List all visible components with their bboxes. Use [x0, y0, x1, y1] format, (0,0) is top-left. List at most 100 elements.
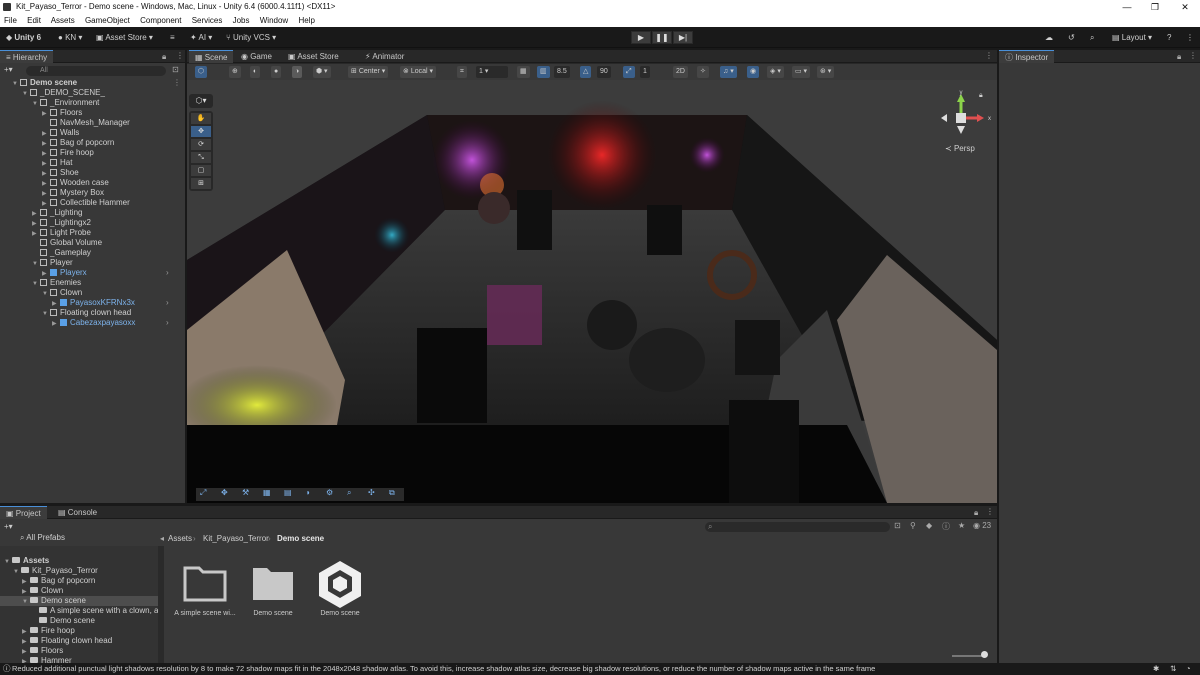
open-prefab-icon[interactable]: ›	[166, 318, 169, 328]
toolbar-more-icon[interactable]: ⋮	[1186, 31, 1194, 45]
project-tree-item[interactable]: ▼ Assets	[0, 556, 158, 566]
expanded-arrow-icon[interactable]: ▼	[32, 279, 40, 289]
asset-item[interactable]: A simple scene wi...	[170, 558, 240, 617]
hierarchy-item[interactable]: ▼ Clown	[42, 288, 82, 298]
hierarchy-item[interactable]: ▶ Fire hoop	[42, 148, 94, 158]
vcs-button[interactable]: ⑂ Unity VCS ▾	[226, 31, 276, 45]
hierarchy-item[interactable]: _Gameplay	[32, 248, 91, 258]
maximize-icon[interactable]: ❐	[1145, 0, 1165, 14]
tab-asset-store[interactable]: ▣ Asset Store	[282, 50, 345, 63]
cloud-icon[interactable]: ☁	[1045, 31, 1053, 45]
hierarchy-item[interactable]: ▼ Enemies	[32, 278, 81, 288]
project-tree-item[interactable]: ▼ Kit_Payaso_Terror	[0, 566, 158, 576]
expanded-arrow-icon[interactable]: ▼	[22, 89, 30, 99]
menu-jobs[interactable]: Jobs	[233, 16, 250, 25]
bug-icon[interactable]: ✱	[1153, 663, 1159, 675]
tag-icon[interactable]: ◆	[926, 521, 932, 530]
move-tool-icon[interactable]: ✥	[191, 126, 211, 137]
pause-button[interactable]: ❚❚	[652, 31, 672, 44]
menu-help[interactable]: Help	[298, 16, 314, 25]
inspector-lock-icon[interactable]: 🔒︎	[1177, 52, 1181, 62]
hierarchy-item[interactable]: ▶ Shoe	[42, 168, 79, 178]
expanded-arrow-icon[interactable]: ▼	[32, 99, 40, 109]
rotate-tool-icon[interactable]: ⟳	[191, 139, 211, 150]
menu-gameobject[interactable]: GameObject	[85, 16, 130, 25]
close-icon[interactable]: ✕	[1175, 0, 1195, 14]
tab-hierarchy[interactable]: ≡ Hierarchy	[0, 50, 54, 63]
persp-toggle[interactable]: ≺ Persp	[945, 144, 975, 153]
increment-snap-icon[interactable]: ▥	[537, 66, 550, 78]
breadcrumb-assets[interactable]: Assets	[168, 534, 192, 543]
hierarchy-item[interactable]: ▶ Mystery Box	[42, 188, 104, 198]
menu-services[interactable]: Services	[192, 16, 223, 25]
shading-solid-icon[interactable]: ●	[271, 66, 282, 78]
hierarchy-item[interactable]: ▼ _DEMO_SCENE_	[22, 88, 105, 98]
expanded-arrow-icon[interactable]: ▼	[12, 79, 20, 89]
breadcrumb-kit[interactable]: Kit_Payaso_Terror	[203, 534, 269, 543]
menu-window[interactable]: Window	[260, 16, 288, 25]
project-tree-item[interactable]: ▶ Floors	[0, 646, 158, 656]
hamburger-icon[interactable]: ≡	[170, 31, 175, 45]
draw-mode-button[interactable]: ⬢ ▾	[313, 66, 331, 78]
overlay-tool-3-icon[interactable]: ⚒	[242, 488, 249, 497]
project-lock-icon[interactable]: 🔒︎	[974, 508, 978, 518]
orientation-gizmo[interactable]: y x 🔒︎ ≺ Persp	[937, 88, 992, 158]
layout-button[interactable]: ▤ Layout ▾	[1112, 31, 1152, 45]
hierarchy-item[interactable]: ▶ Cabezaxpayasoxx ›	[52, 318, 169, 329]
expanded-arrow-icon[interactable]: ▼	[42, 309, 50, 319]
hierarchy-item[interactable]: ▼ Player	[32, 258, 73, 268]
play-button[interactable]: ▶	[631, 31, 651, 44]
scale-tool-icon[interactable]: ⤡	[191, 152, 211, 163]
search-icon[interactable]: ⌕	[1090, 31, 1094, 45]
tab-scene[interactable]: ▦ Scene	[189, 50, 234, 63]
step-button[interactable]: ▶|	[673, 31, 693, 44]
hierarchy-item[interactable]: ▶ _Lighting	[32, 208, 82, 218]
project-tree-item[interactable]: ▶ Fire hoop	[0, 626, 158, 636]
hierarchy-item[interactable]: ▼ Demo scene ⋮	[12, 78, 181, 89]
icon-size-slider-handle[interactable]	[981, 651, 988, 658]
rotation-snap-icon[interactable]: △	[580, 66, 592, 78]
menu-edit[interactable]: Edit	[27, 16, 41, 25]
project-tree-item[interactable]: A simple scene with a clown, a	[0, 606, 159, 616]
hierarchy-item[interactable]: ▶ PayasoxKFRNx3x ›	[52, 298, 169, 308]
overlay-tool-4-icon[interactable]: ▦	[263, 488, 271, 497]
gizmo-lock-icon[interactable]: 🔒︎	[979, 92, 983, 100]
hierarchy-item[interactable]: ▼ Floating clown head	[42, 308, 131, 318]
tab-animator[interactable]: ⚡ Animator	[359, 50, 410, 63]
grid-size-input[interactable]: 1 ▾	[476, 66, 508, 78]
hierarchy-item[interactable]: ▼ _Environment	[32, 98, 99, 108]
history-icon[interactable]: ↺	[1068, 31, 1075, 45]
ai-button[interactable]: ✦ AI ▾	[190, 31, 212, 45]
asset-item[interactable]: Demo scene	[305, 558, 375, 617]
overlay-tool-5-icon[interactable]: ▤	[284, 488, 292, 497]
collapsed-arrow-icon[interactable]: ▶	[52, 319, 60, 329]
menu-component[interactable]: Component	[140, 16, 181, 25]
overlay-tool-10-icon[interactable]: ⧉	[389, 488, 395, 498]
grid-snap-icon[interactable]: ⌗	[457, 66, 467, 78]
minimize-icon[interactable]: —	[1117, 0, 1137, 14]
overlay-search-icon[interactable]: ⌕	[347, 488, 351, 498]
tree-scrollbar[interactable]	[158, 546, 164, 663]
help-icon[interactable]: ?	[1167, 31, 1171, 45]
open-prefab-icon[interactable]: ›	[166, 268, 169, 278]
unity-version-button[interactable]: ◆ Unity 6	[6, 31, 41, 45]
expanded-arrow-icon[interactable]: ▼	[42, 289, 50, 299]
hierarchy-search-input[interactable]: All	[26, 66, 166, 76]
scale-value-input[interactable]: 1	[640, 66, 650, 78]
space-dropdown[interactable]: ⊗ Local ▾	[400, 66, 437, 78]
asset-item[interactable]: Demo scene	[238, 558, 308, 617]
open-prefab-icon[interactable]: ›	[166, 298, 169, 308]
project-tree-item[interactable]: Demo scene	[0, 616, 158, 626]
tab-console[interactable]: ▤ Console	[52, 506, 103, 519]
expanded-arrow-icon[interactable]: ▼	[32, 259, 40, 269]
hierarchy-item[interactable]: ▶ Light Probe	[32, 228, 91, 238]
project-add-button[interactable]: +▾	[4, 522, 13, 531]
hierarchy-menu-icon[interactable]: ⋮	[176, 51, 184, 60]
network-icon[interactable]: ⇅	[1170, 663, 1176, 675]
scene-menu-icon[interactable]: ⋮	[985, 51, 993, 60]
hierarchy-item[interactable]: ▶ Playerx ›	[42, 268, 169, 278]
filter-label-icon[interactable]: ⚲	[910, 521, 916, 530]
favorite-icon[interactable]: ★	[958, 521, 965, 530]
hierarchy-item[interactable]: ▶ _Lightingx2	[32, 218, 91, 228]
tab-game[interactable]: ◉ Game	[235, 50, 278, 63]
